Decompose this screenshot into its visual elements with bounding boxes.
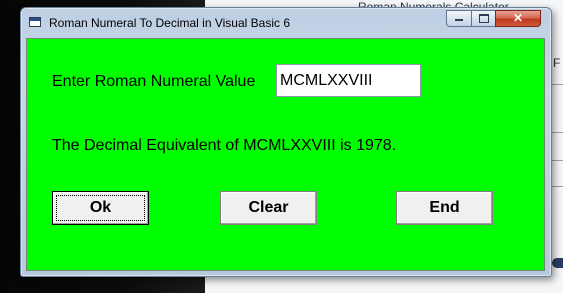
form-client-area: Enter Roman Numeral Value The Decimal Eq… bbox=[26, 38, 545, 271]
close-button[interactable]: ✕ bbox=[495, 10, 541, 27]
ok-button[interactable]: Ok bbox=[52, 191, 149, 225]
background-scroll-thumb bbox=[552, 258, 563, 268]
end-button[interactable]: End bbox=[396, 191, 493, 225]
app-window-icon[interactable] bbox=[29, 17, 41, 27]
maximize-button[interactable] bbox=[471, 10, 496, 27]
clear-button[interactable]: Clear bbox=[220, 191, 317, 225]
close-icon: ✕ bbox=[512, 11, 524, 25]
ok-button-label: Ok bbox=[89, 199, 112, 216]
prompt-label: Enter Roman Numeral Value bbox=[52, 73, 256, 90]
minimize-icon bbox=[455, 19, 463, 21]
title-bar[interactable]: Roman Numeral To Decimal in Visual Basic… bbox=[21, 8, 551, 38]
roman-numeral-input[interactable] bbox=[276, 64, 421, 97]
clear-button-label: Clear bbox=[248, 199, 289, 216]
result-label: The Decimal Equivalent of MCMLXXVIII is … bbox=[52, 137, 397, 154]
window-title: Roman Numeral To Decimal in Visual Basic… bbox=[49, 16, 290, 30]
app-window: Roman Numeral To Decimal in Visual Basic… bbox=[20, 7, 552, 277]
maximize-icon bbox=[478, 14, 489, 23]
minimize-button[interactable] bbox=[446, 10, 472, 27]
end-button-label: End bbox=[429, 199, 460, 216]
